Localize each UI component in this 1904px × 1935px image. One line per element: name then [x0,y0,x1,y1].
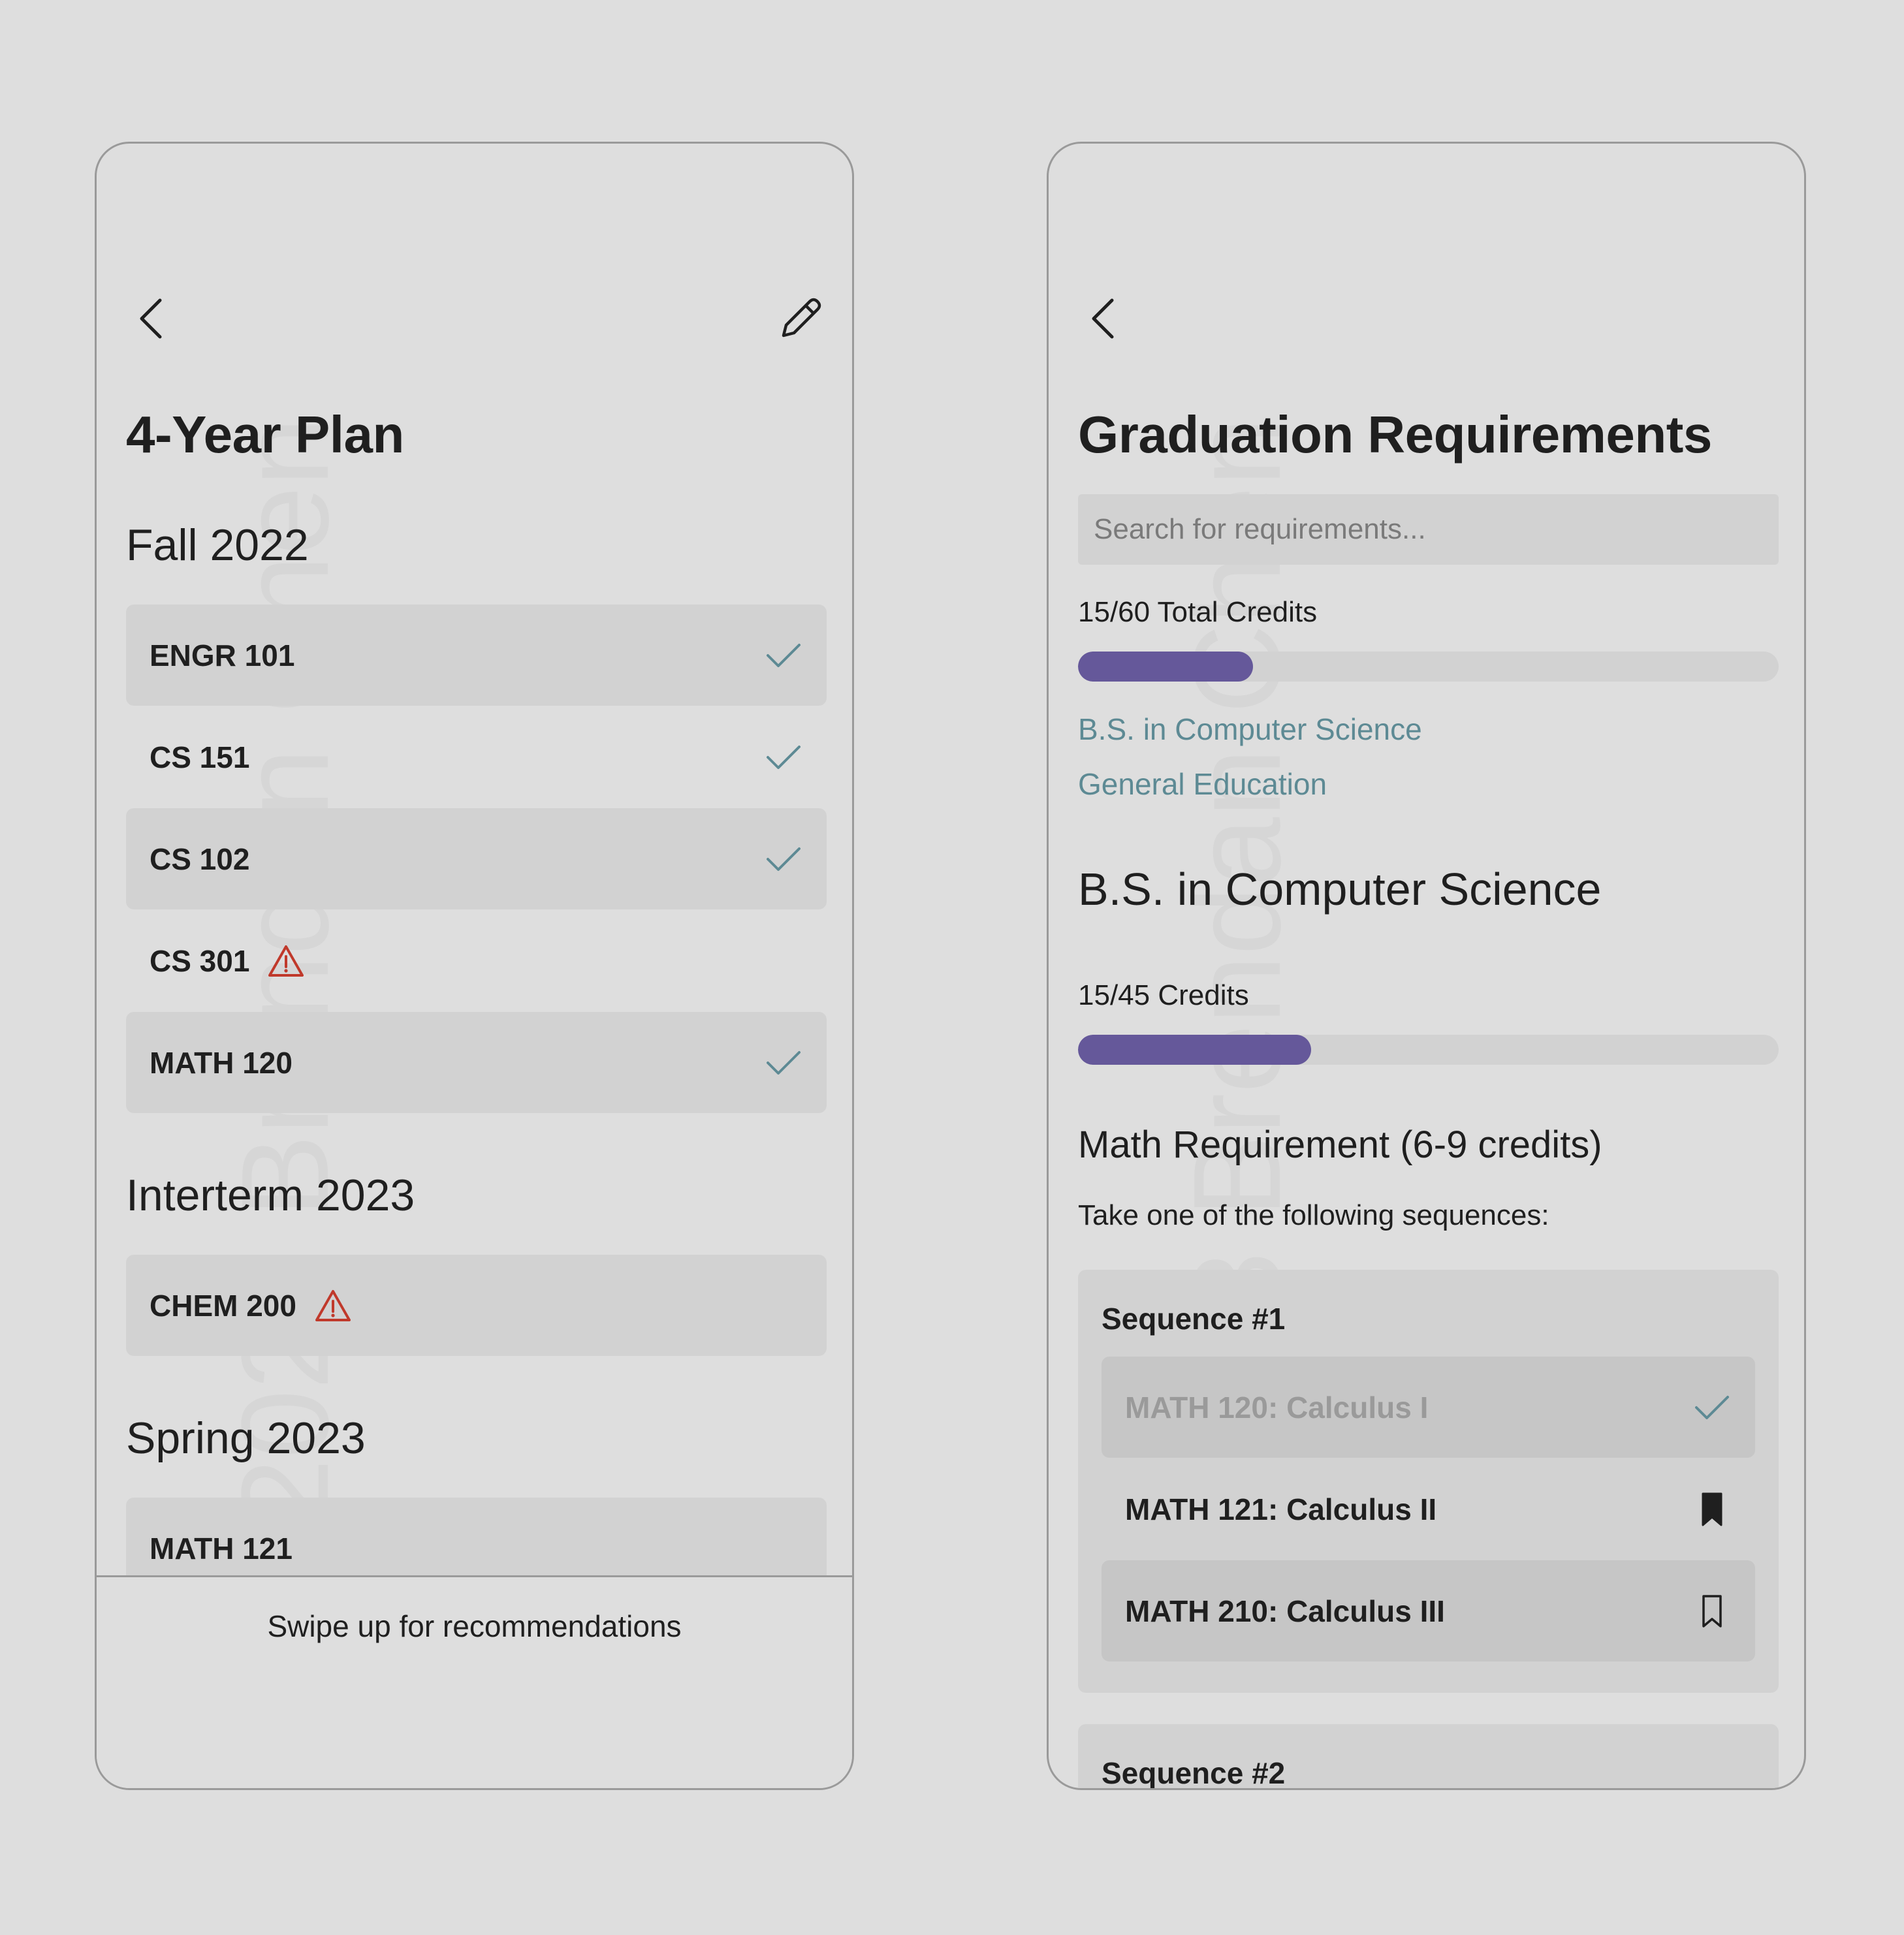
sequence-course-label: MATH 120: Calculus I [1125,1390,1429,1424]
total-credits-progress [1078,652,1779,682]
total-credits-progress-fill [1078,652,1254,682]
sequence-course-row[interactable]: MATH 120: Calculus I [1102,1357,1755,1458]
four-year-plan-screen: ©2023 Brendan Chen 4-Year Plan Fall 2022… [95,142,854,1790]
sequence-card: Sequence #2 [1078,1724,1779,1790]
course-row[interactable]: CHEM 200 [126,1255,827,1356]
course-label: MATH 120 [150,1045,293,1080]
bookmark-outline-icon[interactable] [1692,1592,1732,1631]
sequence-course-label: MATH 121: Calculus II [1125,1492,1437,1526]
total-credits-label: 15/60 Total Credits [1078,596,1318,628]
course-row[interactable]: MATH 120 [126,1012,827,1113]
sequence-course-row[interactable]: MATH 210: Calculus III [1102,1560,1755,1661]
check-icon [767,745,801,769]
bookmark-filled-icon[interactable] [1692,1490,1732,1529]
swipe-hint: Swipe up for recommendations [267,1609,682,1643]
section-credits-label: 15/45 Credits [1078,979,1249,1011]
back-icon[interactable] [126,292,178,345]
term-title: Interterm 2023 [126,1171,415,1220]
course-row[interactable]: CS 151 [126,706,827,808]
term-title: Spring 2023 [126,1413,366,1463]
course-label: MATH 121 [150,1531,293,1565]
link-bs-computer-science[interactable]: B.S. in Computer Science [1078,712,1422,747]
math-requirement-description: Take one of the following sequences: [1078,1199,1549,1231]
warning-icon [315,1289,351,1321]
section-credits-progress [1078,1035,1779,1065]
course-row[interactable]: ENGR 101 [126,605,827,706]
edit-pencil-icon[interactable] [774,292,827,345]
warning-icon [268,945,304,977]
course-row[interactable]: CS 301 [126,910,827,1011]
check-icon [767,847,801,871]
sequence-card: Sequence #1 MATH 120: Calculus I MATH 12… [1078,1270,1779,1693]
page-title: Graduation Requirements [1078,405,1712,464]
course-label: CS 301 [150,943,250,978]
course-label: CS 151 [150,740,250,774]
term-title: Fall 2022 [126,520,309,570]
search-input[interactable] [1078,494,1779,565]
sequence-title: Sequence #2 [1102,1756,1286,1790]
check-icon [767,643,801,667]
sequence-course-label: MATH 210: Calculus III [1125,1594,1445,1628]
section-credits-progress-fill [1078,1035,1312,1065]
math-requirement-title: Math Requirement (6-9 credits) [1078,1124,1602,1166]
graduation-requirements-screen: ©2023 Brendan Chen Graduation Requiremen… [1047,142,1806,1790]
sequence-course-row[interactable]: MATH 121: Calculus II [1102,1458,1755,1560]
sequence-title: Sequence #1 [1102,1302,1286,1336]
course-label: CS 102 [150,842,250,876]
check-icon [1695,1395,1729,1419]
back-icon[interactable] [1078,292,1130,345]
section-title: B.S. in Computer Science [1078,864,1602,915]
page-title: 4-Year Plan [126,405,404,464]
link-general-education[interactable]: General Education [1078,766,1327,802]
course-label: CHEM 200 [150,1288,296,1323]
recommendations-drawer[interactable]: Swipe up for recommendations [97,1575,852,1788]
course-row[interactable]: CS 102 [126,808,827,909]
check-icon [767,1050,801,1075]
course-label: ENGR 101 [150,638,295,672]
